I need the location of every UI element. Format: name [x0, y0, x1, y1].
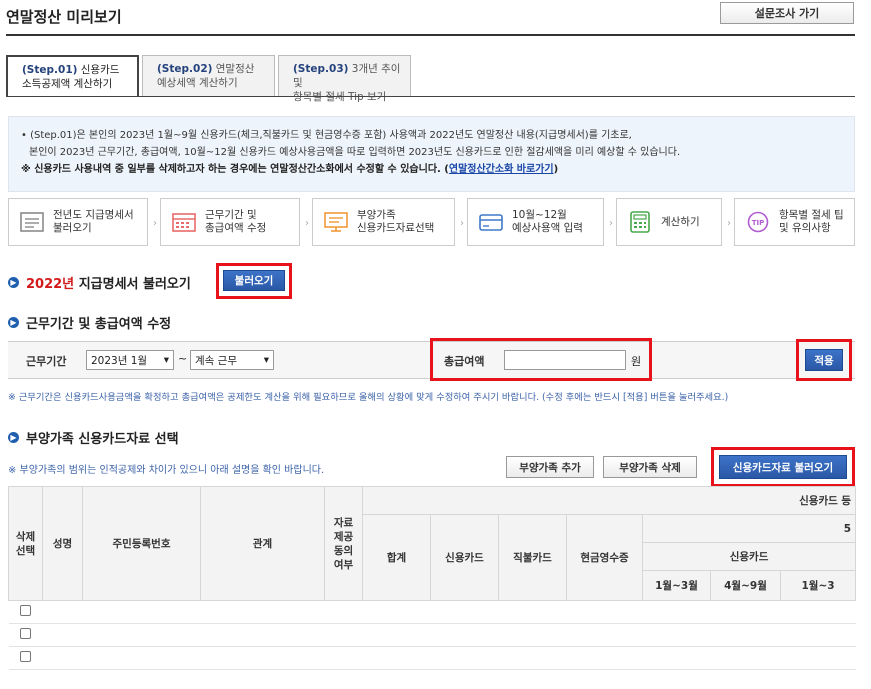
- bullet-icon: ▶: [8, 317, 19, 328]
- info-line-1: • (Step.01)은 본인의 2023년 1월~9월 신용카드(체크,직불카…: [21, 130, 632, 141]
- process-step-expected-usage: 10월~12월 예상사용액 입력 ›: [467, 198, 613, 246]
- col-header-debit: 직불카드: [498, 514, 567, 601]
- tab-step-03[interactable]: (Step.03) 3개년 추이 및 항목별 절세 Tip 보기: [278, 55, 411, 103]
- table-row: [8, 623, 856, 647]
- period-label: 근무기간: [26, 355, 67, 368]
- section-dependents-title: ▶ 부양가족 신용카드자료 선택: [8, 428, 179, 447]
- col-header-m1: 1월~3월: [642, 570, 711, 601]
- delete-dependent-button[interactable]: 부양가족 삭제: [603, 456, 697, 478]
- bullet-icon: ▶: [8, 277, 19, 288]
- col-header-sub-5: 5: [641, 514, 857, 543]
- chevron-down-icon: ▾: [263, 354, 269, 366]
- dependents-note: ※ 부양가족의 범위는 인적공제와 차이가 있으니 아래 설명을 확인 바랍니다…: [8, 465, 325, 476]
- simplified-service-link[interactable]: 연말정산간소화 바로가기: [449, 164, 554, 175]
- chevron-right-icon: ›: [305, 218, 309, 229]
- title-divider: [6, 34, 855, 36]
- monitor-icon: [324, 212, 348, 232]
- info-line-3: ※ 신용카드 사용내역 중 일부를 삭제하고자 하는 경우에는 연말정산간소화에…: [21, 164, 559, 175]
- col-header-sub-credit: 신용카드: [641, 542, 857, 571]
- row-select-checkbox[interactable]: [20, 651, 31, 662]
- process-step-load-statement: 전년도 지급명세서 불러오기 ›: [8, 198, 157, 246]
- page-title: 연말정산 미리보기: [6, 8, 122, 26]
- col-header-m2: 4월~9월: [710, 570, 781, 601]
- process-step-dependents: 부양가족 신용카드자료선택 ›: [312, 198, 464, 246]
- period-end-select[interactable]: 계속 근무 ▾: [190, 350, 274, 370]
- info-line-2: 본인이 2023년 근무기간, 총급여액, 10월~12월 신용카드 예상사용금…: [29, 147, 681, 158]
- period-start-select[interactable]: 2023년 1월 ▾: [86, 350, 174, 370]
- chevron-right-icon: ›: [460, 218, 464, 229]
- col-header-group: 신용카드 등: [361, 486, 857, 515]
- col-header-name: 성명: [42, 486, 83, 601]
- card-icon: [479, 214, 503, 231]
- chevron-right-icon: ›: [153, 218, 157, 229]
- highlight-box: [430, 338, 652, 381]
- highlight-box: [711, 447, 855, 487]
- add-dependent-button[interactable]: 부양가족 추가: [506, 456, 594, 478]
- dependents-table: 삭제 선택 성명 주민등록번호 관계 자료 제공 동의 여부 신용카드 등 합계…: [8, 486, 857, 670]
- calendar-icon: [172, 213, 196, 232]
- tab-divider: [6, 96, 855, 97]
- col-header-rrn: 주민등록번호: [82, 486, 201, 601]
- bullet-icon: ▶: [8, 432, 19, 443]
- section-load-statement-title: ▶ 2022년 지급명세서 불러오기: [8, 273, 191, 292]
- highlight-box: [216, 263, 292, 299]
- row-select-checkbox[interactable]: [20, 605, 31, 616]
- col-header-credit: 신용카드: [430, 514, 499, 601]
- process-step-calculate: 계산하기 ›: [616, 198, 731, 246]
- process-step-edit-period: 근무기간 및 총급여액 수정 ›: [160, 198, 309, 246]
- table-row: [8, 600, 856, 624]
- period-separator: ~: [178, 352, 188, 365]
- col-header-cash: 현금영수증: [566, 514, 643, 601]
- document-icon: [20, 212, 44, 232]
- table-row: [8, 646, 856, 670]
- chevron-right-icon: ›: [609, 218, 613, 229]
- col-header-m3: 1월~3: [779, 570, 857, 601]
- step-tabs: (Step.01) 신용카드 소득공제액 계산하기 (Step.02) 연말정산…: [6, 55, 414, 103]
- period-note: ※ 근무기간은 신용카드사용금액을 확정하고 총급여액은 공제한도 계산을 위해…: [8, 392, 729, 403]
- col-header-delete: 삭제 선택: [8, 486, 43, 601]
- process-step-tips: TIP 항목별 절세 팁및 유의사항: [734, 198, 855, 246]
- tab-step-02[interactable]: (Step.02) 연말정산 예상세액 계산하기: [142, 55, 275, 97]
- svg-text:TIP: TIP: [752, 219, 765, 227]
- col-header-provided: 자료 제공 동의 여부: [324, 486, 363, 601]
- chevron-right-icon: ›: [727, 218, 731, 229]
- tab-step-01[interactable]: (Step.01) 신용카드 소득공제액 계산하기: [6, 55, 139, 97]
- section-period-title: ▶ 근무기간 및 총급여액 수정: [8, 313, 171, 332]
- info-box: • (Step.01)은 본인의 2023년 1월~9월 신용카드(체크,직불카…: [8, 116, 855, 192]
- chevron-down-icon: ▾: [163, 354, 169, 366]
- survey-button[interactable]: 설문조사 가기: [720, 2, 854, 24]
- calculator-icon: [630, 211, 650, 233]
- col-header-relation: 관계: [200, 486, 325, 601]
- highlight-box: [796, 339, 852, 381]
- tip-icon: TIP: [747, 211, 769, 233]
- col-header-total: 합계: [362, 514, 431, 601]
- row-select-checkbox[interactable]: [20, 628, 31, 639]
- process-steps: 전년도 지급명세서 불러오기 › 근무기간 및 총급여액 수정 › 부양가족 신용카드…: [8, 198, 855, 248]
